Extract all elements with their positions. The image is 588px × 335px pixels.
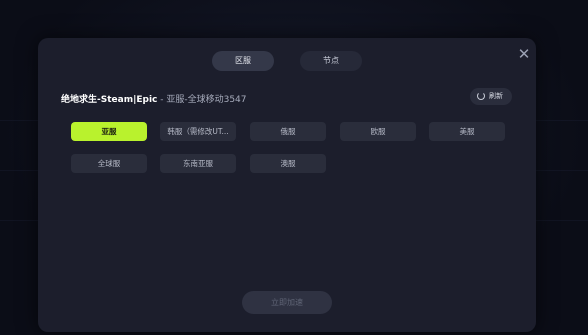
- game-name: 绝地求生-Steam|Epic: [61, 95, 158, 105]
- title-separator: -: [157, 95, 167, 105]
- region-chip-america[interactable]: 美服: [429, 122, 505, 141]
- tab-region[interactable]: 区服: [212, 51, 274, 71]
- region-chip-southeast-asia[interactable]: 东南亚服: [160, 154, 236, 173]
- accelerate-button[interactable]: 立即加速: [242, 291, 332, 314]
- tab-node[interactable]: 节点: [300, 51, 362, 71]
- current-selection: 亚服-全球移动3547: [166, 95, 247, 105]
- refresh-label: 刷新: [489, 92, 503, 100]
- region-chip-australia[interactable]: 澳服: [250, 154, 326, 173]
- region-chip-korea[interactable]: 韩服（需修改UT...: [160, 122, 236, 141]
- game-title: 绝地求生-Steam|Epic - 亚服-全球移动3547: [61, 92, 247, 105]
- refresh-icon: [477, 92, 485, 100]
- region-chip-global[interactable]: 全球服: [71, 154, 147, 173]
- region-chip-asia[interactable]: 亚服: [71, 122, 147, 141]
- region-chip-russia[interactable]: 俄服: [250, 122, 326, 141]
- region-chip-europe[interactable]: 欧服: [340, 122, 416, 141]
- refresh-button[interactable]: 刷新: [470, 88, 512, 105]
- region-select-dialog: ✕ 区服 节点 绝地求生-Steam|Epic - 亚服-全球移动3547 刷新…: [38, 38, 536, 332]
- close-icon[interactable]: ✕: [516, 46, 532, 62]
